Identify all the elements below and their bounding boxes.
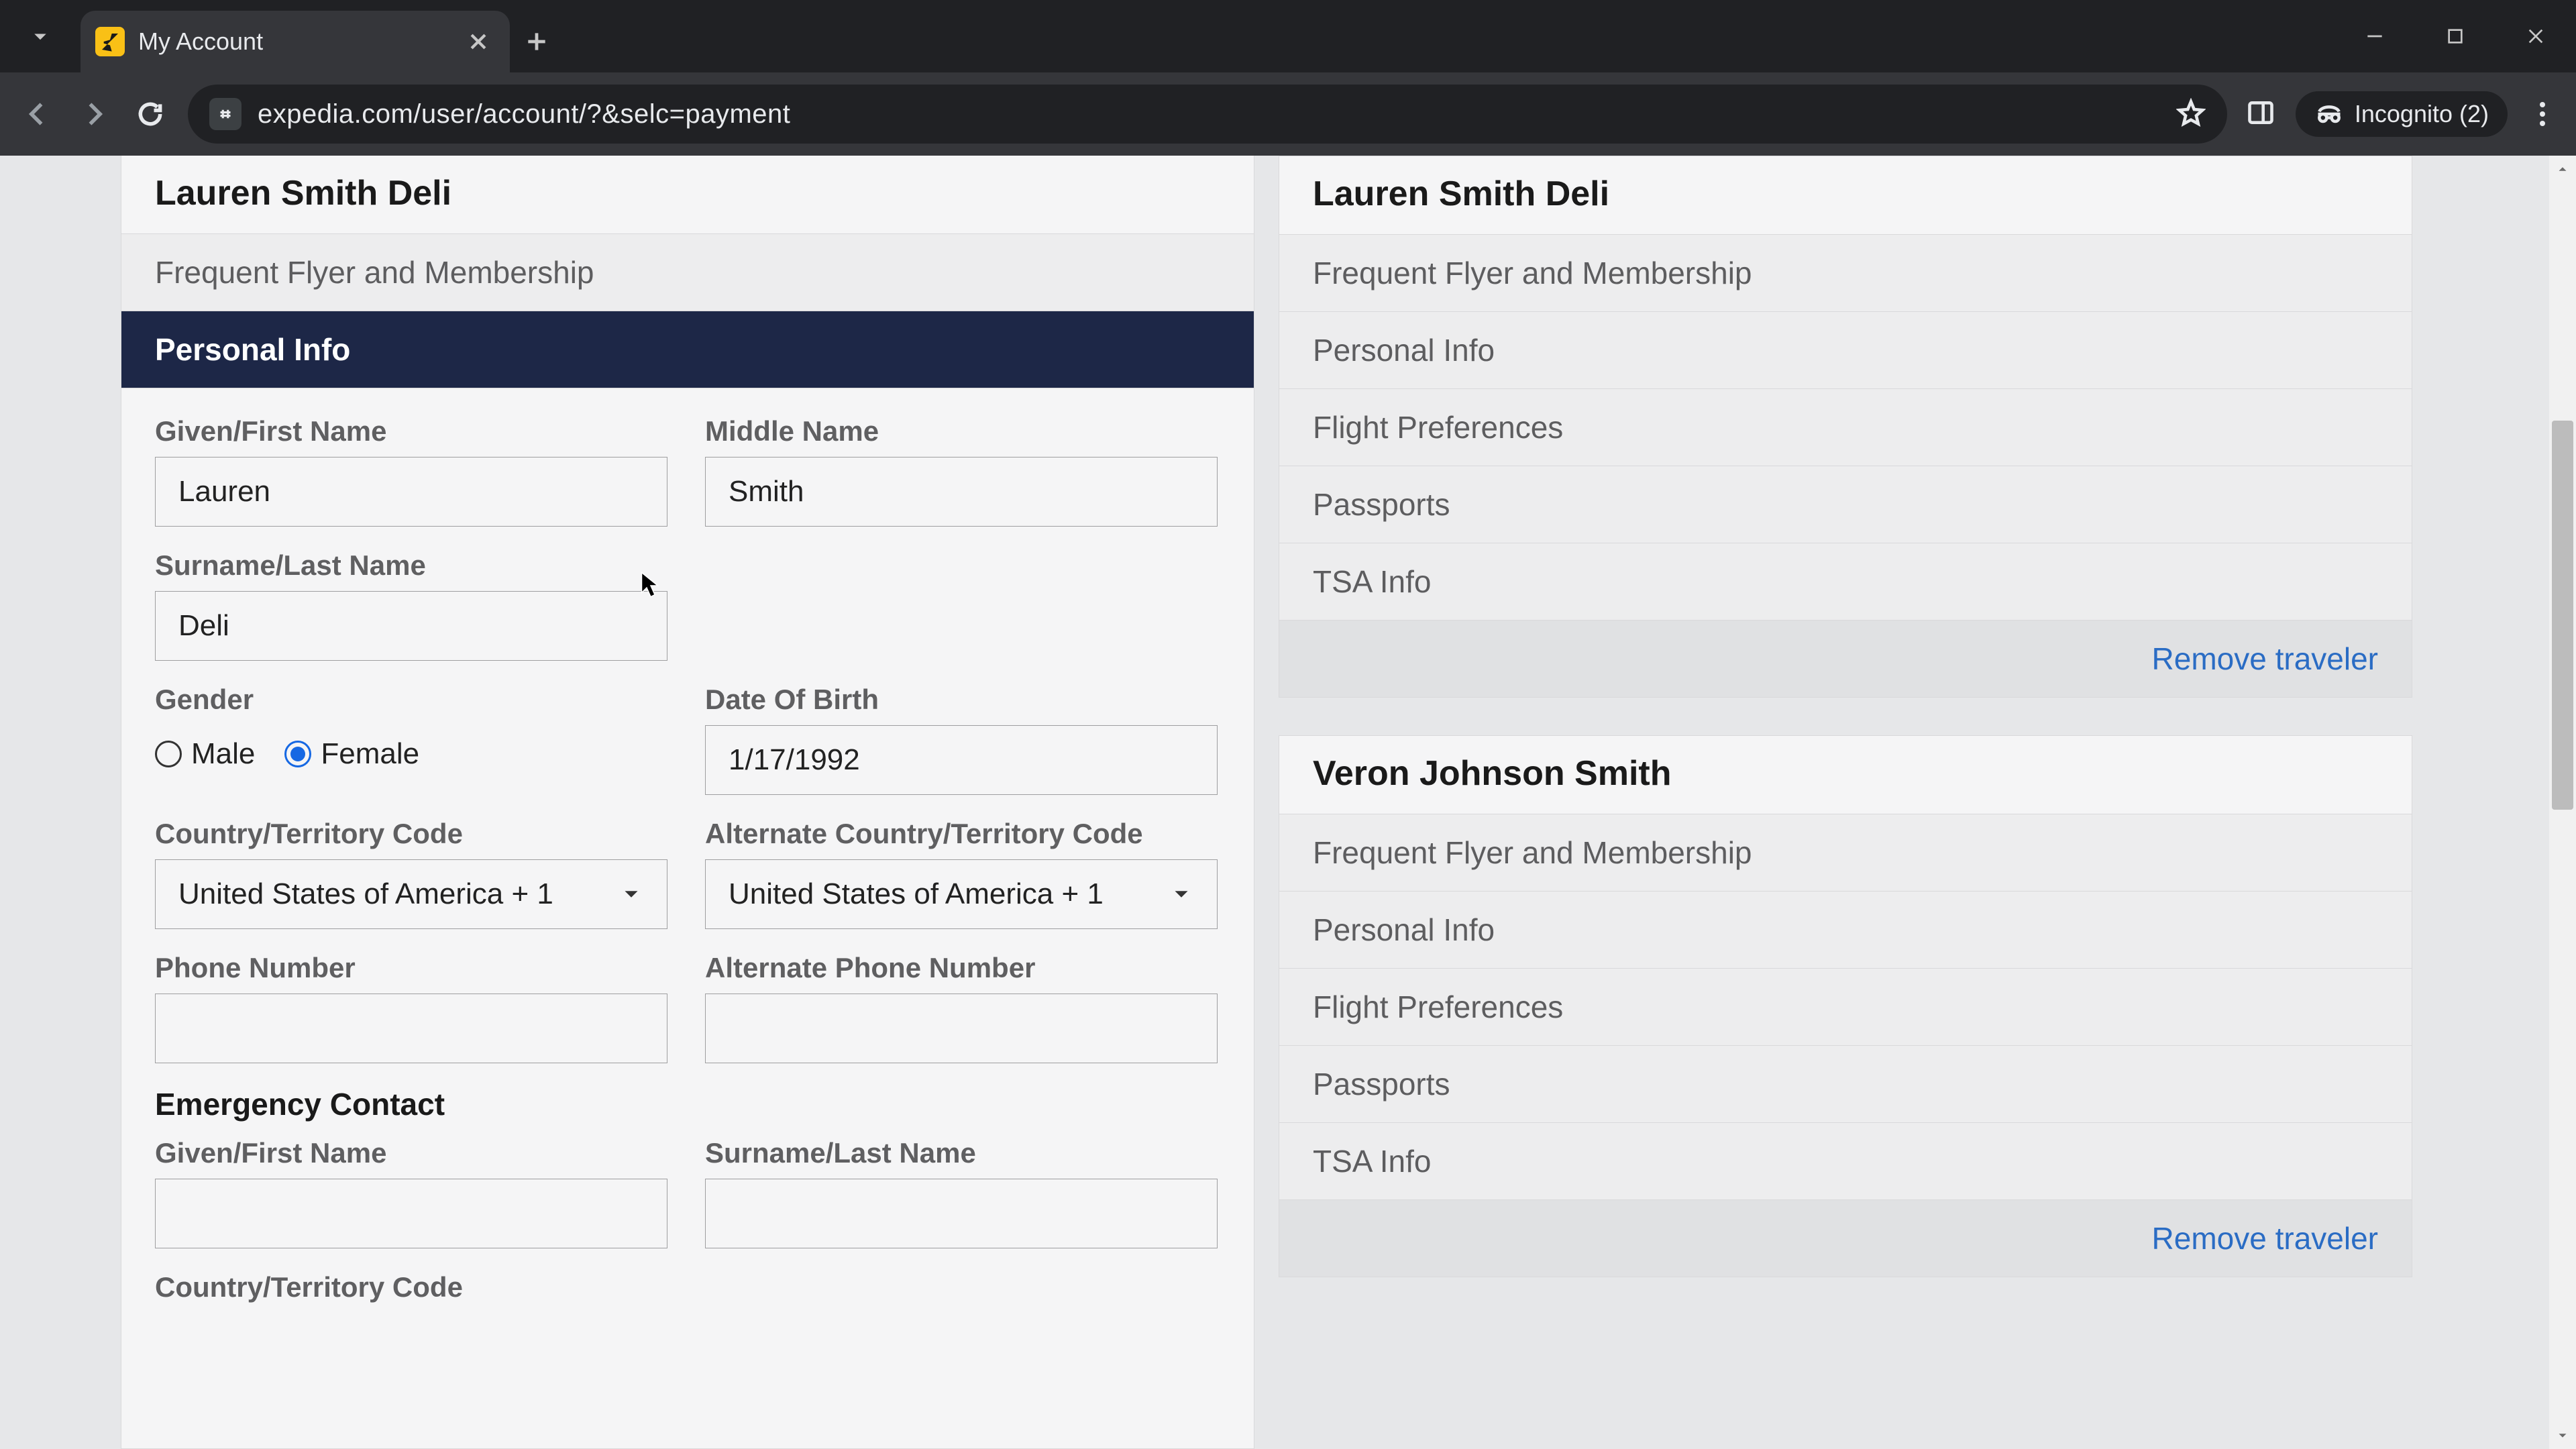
page-scrollbar-track[interactable] bbox=[2549, 156, 2576, 1449]
select-country-code[interactable]: United States of America + 1 bbox=[155, 859, 667, 929]
traveler-1-section-ff[interactable]: Frequent Flyer and Membership bbox=[1279, 814, 2412, 892]
new-tab-button[interactable] bbox=[510, 11, 564, 72]
traveler-0-section-ff[interactable]: Frequent Flyer and Membership bbox=[1279, 235, 2412, 312]
traveler-1-section-flight[interactable]: Flight Preferences bbox=[1279, 969, 2412, 1046]
traveler-0-section-passports[interactable]: Passports bbox=[1279, 466, 2412, 543]
label-phone: Phone Number bbox=[155, 952, 667, 984]
input-middle-name[interactable] bbox=[705, 457, 1218, 527]
traveler-1-name: Veron Johnson Smith bbox=[1279, 736, 2412, 814]
label-alt-phone: Alternate Phone Number bbox=[705, 952, 1218, 984]
url-text: expedia.com/user/account/?&selc=payment bbox=[258, 99, 790, 129]
address-bar[interactable]: expedia.com/user/account/?&selc=payment bbox=[188, 85, 2227, 144]
label-dob: Date Of Birth bbox=[705, 684, 1218, 716]
browser-menu-button[interactable] bbox=[2528, 102, 2557, 126]
radio-male-label: Male bbox=[191, 737, 255, 771]
traveler-1-section-tsa[interactable]: TSA Info bbox=[1279, 1123, 2412, 1200]
input-em-first[interactable] bbox=[155, 1179, 667, 1248]
browser-tab[interactable]: My Account bbox=[80, 11, 510, 72]
traveler-editor-panel: Lauren Smith Deli Frequent Flyer and Mem… bbox=[121, 156, 1254, 1449]
select-country-value: United States of America + 1 bbox=[178, 877, 553, 911]
traveler-1-section-passports[interactable]: Passports bbox=[1279, 1046, 2412, 1123]
label-em-last: Surname/Last Name bbox=[705, 1137, 1218, 1169]
section-frequent-flyer[interactable]: Frequent Flyer and Membership bbox=[121, 234, 1254, 311]
window-minimize-button[interactable] bbox=[2334, 0, 2415, 72]
chevron-down-icon bbox=[1169, 881, 1194, 907]
tab-title: My Account bbox=[138, 28, 453, 56]
tabs-search-button[interactable] bbox=[0, 0, 80, 72]
input-alt-phone[interactable] bbox=[705, 994, 1218, 1063]
emergency-contact-header: Emergency Contact bbox=[155, 1086, 1220, 1122]
radio-male[interactable]: Male bbox=[155, 737, 255, 771]
input-phone[interactable] bbox=[155, 994, 667, 1063]
window-close-button[interactable] bbox=[2496, 0, 2576, 72]
input-em-last[interactable] bbox=[705, 1179, 1218, 1248]
scrollbar-up-icon[interactable] bbox=[2549, 156, 2576, 182]
traveler-0-section-tsa[interactable]: TSA Info bbox=[1279, 543, 2412, 621]
nav-back-button[interactable] bbox=[19, 95, 56, 133]
nav-reload-button[interactable] bbox=[131, 95, 169, 133]
label-em-country: Country/Territory Code bbox=[155, 1271, 667, 1303]
window-maximize-button[interactable] bbox=[2415, 0, 2496, 72]
tab-close-icon[interactable] bbox=[467, 30, 490, 53]
label-country-code: Country/Territory Code bbox=[155, 818, 667, 850]
traveler-0-section-personal[interactable]: Personal Info bbox=[1279, 312, 2412, 389]
select-alt-country-code[interactable]: United States of America + 1 bbox=[705, 859, 1218, 929]
traveler-name-header: Lauren Smith Deli bbox=[121, 156, 1254, 234]
select-alt-country-value: United States of America + 1 bbox=[729, 877, 1104, 911]
incognito-indicator[interactable]: Incognito (2) bbox=[2296, 91, 2508, 137]
label-em-first: Given/First Name bbox=[155, 1137, 667, 1169]
incognito-label: Incognito (2) bbox=[2355, 100, 2489, 128]
label-gender: Gender bbox=[155, 684, 667, 716]
label-last-name: Surname/Last Name bbox=[155, 549, 667, 582]
radio-female-label: Female bbox=[321, 737, 419, 771]
side-panel-icon[interactable] bbox=[2246, 98, 2275, 131]
chevron-down-icon bbox=[619, 881, 644, 907]
traveler-1-section-personal[interactable]: Personal Info bbox=[1279, 892, 2412, 969]
label-middle-name: Middle Name bbox=[705, 415, 1218, 447]
mouse-cursor-icon bbox=[641, 572, 661, 600]
traveler-0-section-flight[interactable]: Flight Preferences bbox=[1279, 389, 2412, 466]
input-last-name[interactable] bbox=[155, 591, 667, 661]
traveler-card-1: Veron Johnson Smith Frequent Flyer and M… bbox=[1279, 735, 2412, 1277]
expedia-favicon bbox=[95, 27, 125, 56]
input-first-name[interactable] bbox=[155, 457, 667, 527]
label-first-name: Given/First Name bbox=[155, 415, 667, 447]
site-info-icon[interactable] bbox=[209, 98, 241, 130]
radio-female[interactable]: Female bbox=[284, 737, 419, 771]
traveler-0-remove-link[interactable]: Remove traveler bbox=[2152, 641, 2378, 676]
traveler-card-0: Lauren Smith Deli Frequent Flyer and Mem… bbox=[1279, 156, 2412, 698]
traveler-1-remove-link[interactable]: Remove traveler bbox=[2152, 1221, 2378, 1256]
label-alt-country-code: Alternate Country/Territory Code bbox=[705, 818, 1218, 850]
traveler-0-name: Lauren Smith Deli bbox=[1279, 156, 2412, 235]
input-dob[interactable] bbox=[705, 725, 1218, 795]
bookmark-star-icon[interactable] bbox=[2176, 98, 2206, 131]
section-personal-info[interactable]: Personal Info bbox=[121, 311, 1254, 388]
page-scrollbar-thumb[interactable] bbox=[2552, 421, 2573, 810]
nav-forward-button bbox=[75, 95, 113, 133]
scrollbar-down-icon[interactable] bbox=[2549, 1422, 2576, 1449]
